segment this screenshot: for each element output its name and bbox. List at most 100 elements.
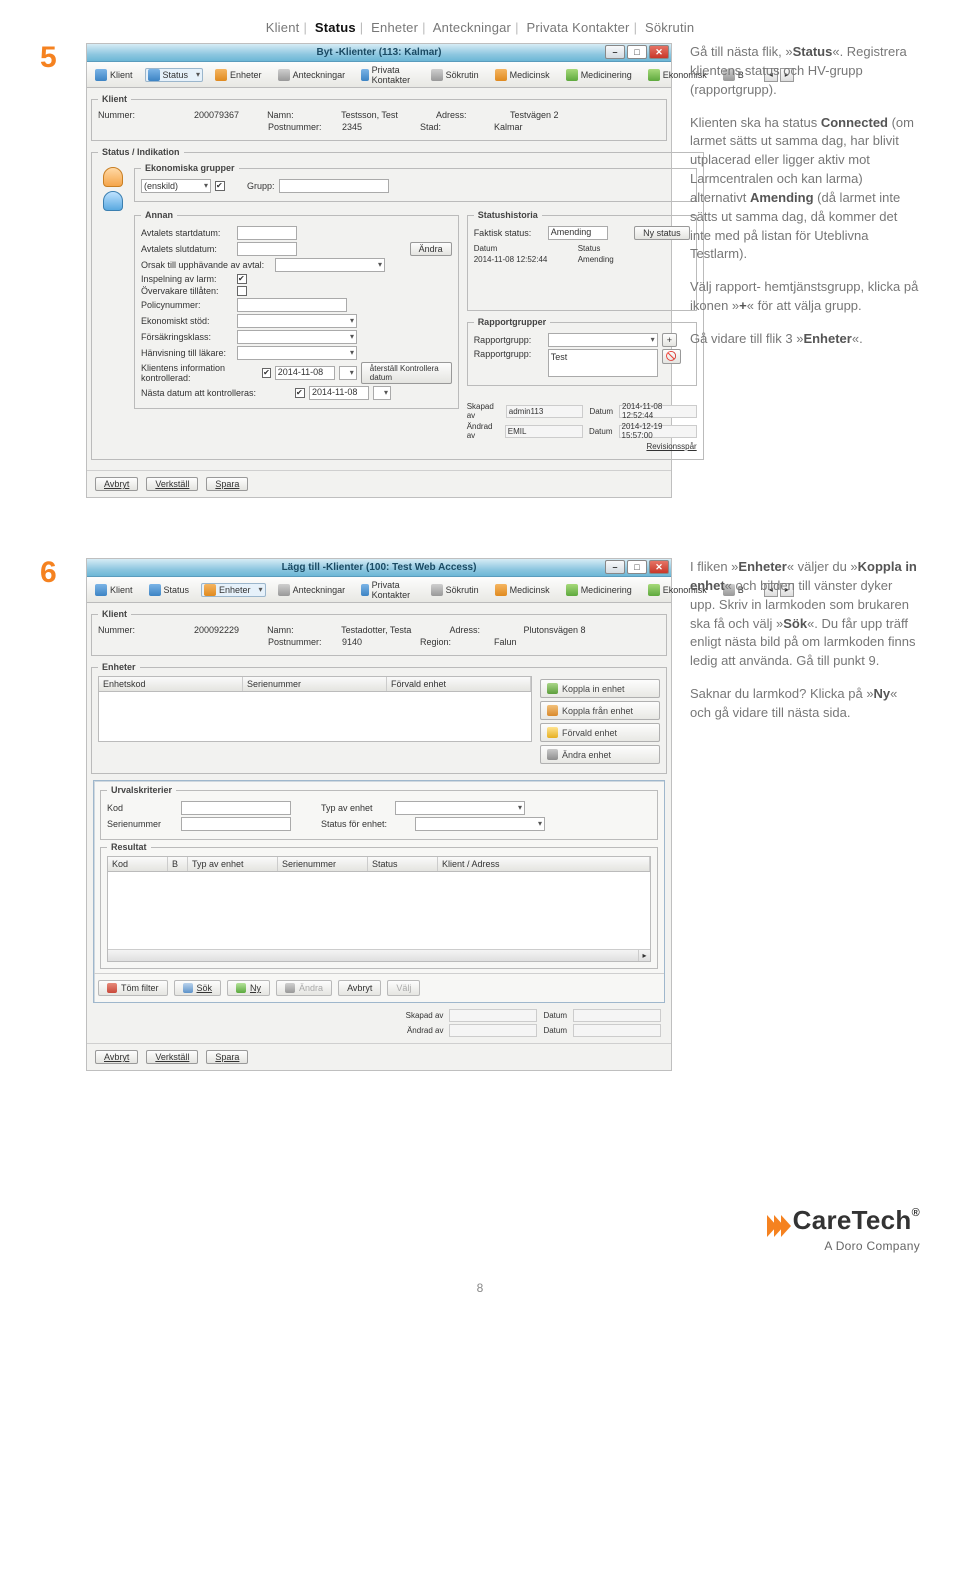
ny-button[interactable]: Ny (227, 980, 270, 996)
ser-input[interactable] (181, 817, 291, 831)
num-value-6: 200092229 (194, 625, 239, 635)
spara-button[interactable]: Spara (206, 477, 248, 491)
status-legend: Status / Indikation (98, 147, 184, 157)
tab-medicinsk-6[interactable]: Medicinsk (491, 582, 554, 598)
ny-status-button[interactable]: Ny status (634, 226, 690, 240)
andra-button[interactable]: Ändra (410, 242, 452, 256)
verkstall-button-6[interactable]: Verkställ (146, 1050, 198, 1064)
stat-select[interactable] (415, 817, 545, 831)
note-icon (278, 584, 290, 596)
tab-medicinsk[interactable]: Medicinsk (491, 67, 554, 83)
tab-sokrutin-6[interactable]: Sökrutin (427, 582, 483, 598)
kod-input[interactable] (181, 801, 291, 815)
tab-klient-6[interactable]: Klient (91, 582, 137, 598)
maximize-button-6[interactable]: □ (627, 560, 647, 574)
close-button-6[interactable]: ✕ (649, 560, 669, 574)
tab-bar-6: Klient Status Enheter Anteckningar Priva… (87, 577, 671, 603)
rg-plus-button[interactable]: + (662, 333, 677, 347)
sok-button[interactable]: Sök (174, 980, 222, 996)
rg-delete-button[interactable]: 🚫 (662, 349, 681, 364)
tab-privata[interactable]: Privata Kontakter (357, 63, 419, 87)
andra-tool-button[interactable]: Ändra (276, 980, 332, 996)
tab-medicinering[interactable]: Medicinering (562, 67, 636, 83)
sh-col-status: Status (578, 244, 601, 253)
screenshot-step5: Byt -Klienter (113: Kalmar) – □ ✕ Klient… (86, 43, 672, 498)
minimize-button[interactable]: – (605, 45, 625, 59)
fors-select[interactable] (237, 330, 357, 344)
maximize-button[interactable]: □ (627, 45, 647, 59)
eko-checkbox[interactable] (215, 181, 225, 191)
num-label-6: Nummer: (98, 625, 190, 635)
rg2-label: Rapportgrupp: (474, 349, 544, 359)
poli-input[interactable] (237, 298, 347, 312)
adr-label-6: Adress: (449, 625, 519, 635)
avbryt-tool-button[interactable]: Avbryt (338, 980, 381, 996)
orsak-select[interactable] (275, 258, 385, 272)
ekos-select[interactable] (237, 314, 357, 328)
device-icon (215, 69, 227, 81)
verkstall-button[interactable]: Verkställ (146, 477, 198, 491)
d-label-6a: Datum (543, 1011, 567, 1020)
insp-checkbox[interactable] (237, 274, 247, 284)
and-value: EMIL (505, 425, 583, 438)
link-icon (547, 683, 558, 694)
koppla-in-button[interactable]: Koppla in enhet (540, 679, 660, 698)
hanv-select[interactable] (237, 346, 357, 360)
tab-enheter[interactable]: Enheter (211, 67, 266, 83)
statushistoria-group: Statushistoria Faktisk status: Amending … (467, 210, 697, 311)
resultat-grid-body[interactable]: ▸ (107, 872, 651, 962)
nasta-date[interactable]: 2014-11-08 (309, 386, 369, 400)
medical-icon (495, 69, 507, 81)
res-col-ser: Serienummer (278, 857, 368, 871)
tab-anteckningar[interactable]: Anteckningar (274, 67, 350, 83)
tab-status-6[interactable]: Status (145, 582, 194, 598)
edit-icon (547, 749, 558, 760)
valj-button[interactable]: Välj (387, 980, 420, 996)
tab-status[interactable]: Status (145, 68, 204, 82)
tom-filter-button[interactable]: Töm filter (98, 980, 168, 996)
forvald-button[interactable]: Förvald enhet (540, 723, 660, 742)
economy-icon (648, 584, 660, 596)
reg-label-6: Region: (420, 637, 490, 647)
nasta-checkbox[interactable] (295, 388, 305, 398)
pn-value: 2345 (342, 122, 362, 132)
typ-select[interactable] (395, 801, 525, 815)
info-checkbox[interactable] (262, 368, 271, 378)
rg-listbox[interactable]: Test (548, 349, 658, 377)
logo-tagline: A Doro Company (767, 1239, 920, 1253)
sh-row-status: Amending (578, 255, 614, 264)
slut-input[interactable] (237, 242, 297, 256)
minimize-button-6[interactable]: – (605, 560, 625, 574)
rg-select[interactable] (548, 333, 658, 347)
device-icon (204, 584, 216, 596)
grp-label: Grupp: (247, 181, 275, 191)
tab-anteckningar-6[interactable]: Anteckningar (274, 582, 350, 598)
nasta-label: Nästa datum att kontrolleras: (141, 388, 291, 398)
klient-group-6: Klient Nummer: 200092229 Namn: Testadott… (91, 609, 667, 656)
avbryt-button[interactable]: Avbryt (95, 477, 138, 491)
unlink-icon (547, 705, 558, 716)
info-date-picker[interactable] (339, 366, 357, 380)
tab-sokrutin[interactable]: Sökrutin (427, 67, 483, 83)
aterstall-button[interactable]: återställ Kontrollera datum (361, 362, 452, 384)
enheter-grid-body[interactable] (98, 692, 532, 742)
avbryt-button-6[interactable]: Avbryt (95, 1050, 138, 1064)
user-status-icon (149, 584, 161, 596)
tab-medicinering-6[interactable]: Medicinering (562, 582, 636, 598)
tab-enheter-6[interactable]: Enheter (201, 583, 266, 597)
grp-input[interactable] (279, 179, 389, 193)
eko-select[interactable]: (enskild) (141, 179, 211, 193)
koppla-fran-button[interactable]: Koppla från enhet (540, 701, 660, 720)
nasta-date-picker[interactable] (373, 386, 391, 400)
tab-privata-6[interactable]: Privata Kontakter (357, 578, 419, 602)
enheter-legend: Enheter (98, 662, 140, 672)
info-date[interactable]: 2014-11-08 (275, 366, 335, 380)
spara-button-6[interactable]: Spara (206, 1050, 248, 1064)
andra-enhet-button[interactable]: Ändra enhet (540, 745, 660, 764)
over-checkbox[interactable] (237, 286, 247, 296)
start-input[interactable] (237, 226, 297, 240)
close-button[interactable]: ✕ (649, 45, 669, 59)
crumb-anteckningar: Anteckningar (433, 20, 511, 35)
orsak-label: Orsak till upphävande av avtal: (141, 260, 271, 270)
tab-klient[interactable]: Klient (91, 67, 137, 83)
